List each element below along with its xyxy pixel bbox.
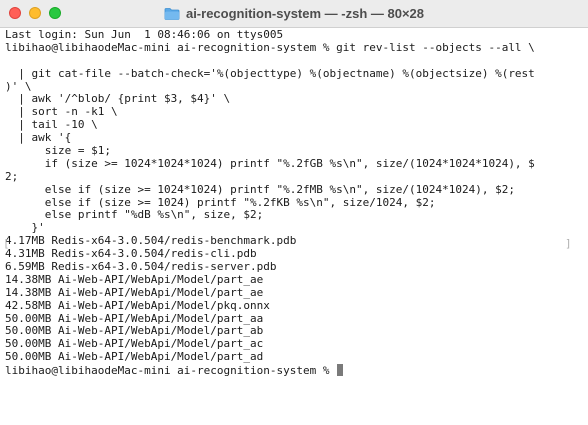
prompt-text: libihao@libihaodeMac-mini ai-recognition…	[5, 364, 337, 378]
terminal-line: 14.38MB Ai-Web-API/WebApi/Model/part_ae	[5, 285, 264, 299]
terminal-line: | git cat-file --batch-check='%(objectty…	[5, 66, 535, 80]
terminal-line: 42.58MB Ai-Web-API/WebApi/Model/pkq.onnx	[5, 298, 270, 312]
right-bracket-marker: ]	[565, 237, 572, 250]
window-title: ai-recognition-system — -zsh — 80×28	[185, 6, 425, 21]
terminal-line: 50.00MB Ai-Web-API/WebApi/Model/part_ad	[5, 350, 264, 364]
title-group: ai-recognition-system — -zsh — 80×28	[0, 0, 588, 27]
terminal-line: 2;	[5, 169, 19, 183]
folder-icon	[164, 8, 180, 20]
terminal-line: 6.59MB Redis-x64-3.0.504/redis-server.pd…	[5, 260, 277, 274]
terminal-line: if (size >= 1024*1024*1024) printf "%.2f…	[5, 156, 535, 170]
left-bracket-marker: [	[3, 237, 10, 250]
terminal-line: 14.38MB Ai-Web-API/WebApi/Model/part_ae	[5, 272, 264, 286]
terminal-line: size = $1;	[5, 144, 111, 158]
terminal-lines: Last login: Sun Jun 1 08:46:06 on ttys00…	[5, 28, 580, 377]
terminal-line: Last login: Sun Jun 1 08:46:06 on ttys00…	[5, 28, 284, 41]
terminal-line: | tail -10 \	[5, 118, 98, 132]
terminal-line: else printf "%dB %s\n", size, $2;	[5, 208, 264, 222]
title-bar[interactable]: ai-recognition-system — -zsh — 80×28	[0, 0, 588, 28]
terminal-output-area[interactable]: Last login: Sun Jun 1 08:46:06 on ttys00…	[0, 28, 588, 425]
terminal-line: libihao@libihaodeMac-mini ai-recognition…	[5, 40, 535, 54]
terminal-line: else if (size >= 1024*1024) printf "%.2f…	[5, 182, 515, 196]
text-cursor	[337, 364, 344, 377]
terminal-window: ai-recognition-system — -zsh — 80×28 Las…	[0, 0, 588, 425]
prompt-line[interactable]: libihao@libihaodeMac-mini ai-recognition…	[5, 364, 580, 377]
